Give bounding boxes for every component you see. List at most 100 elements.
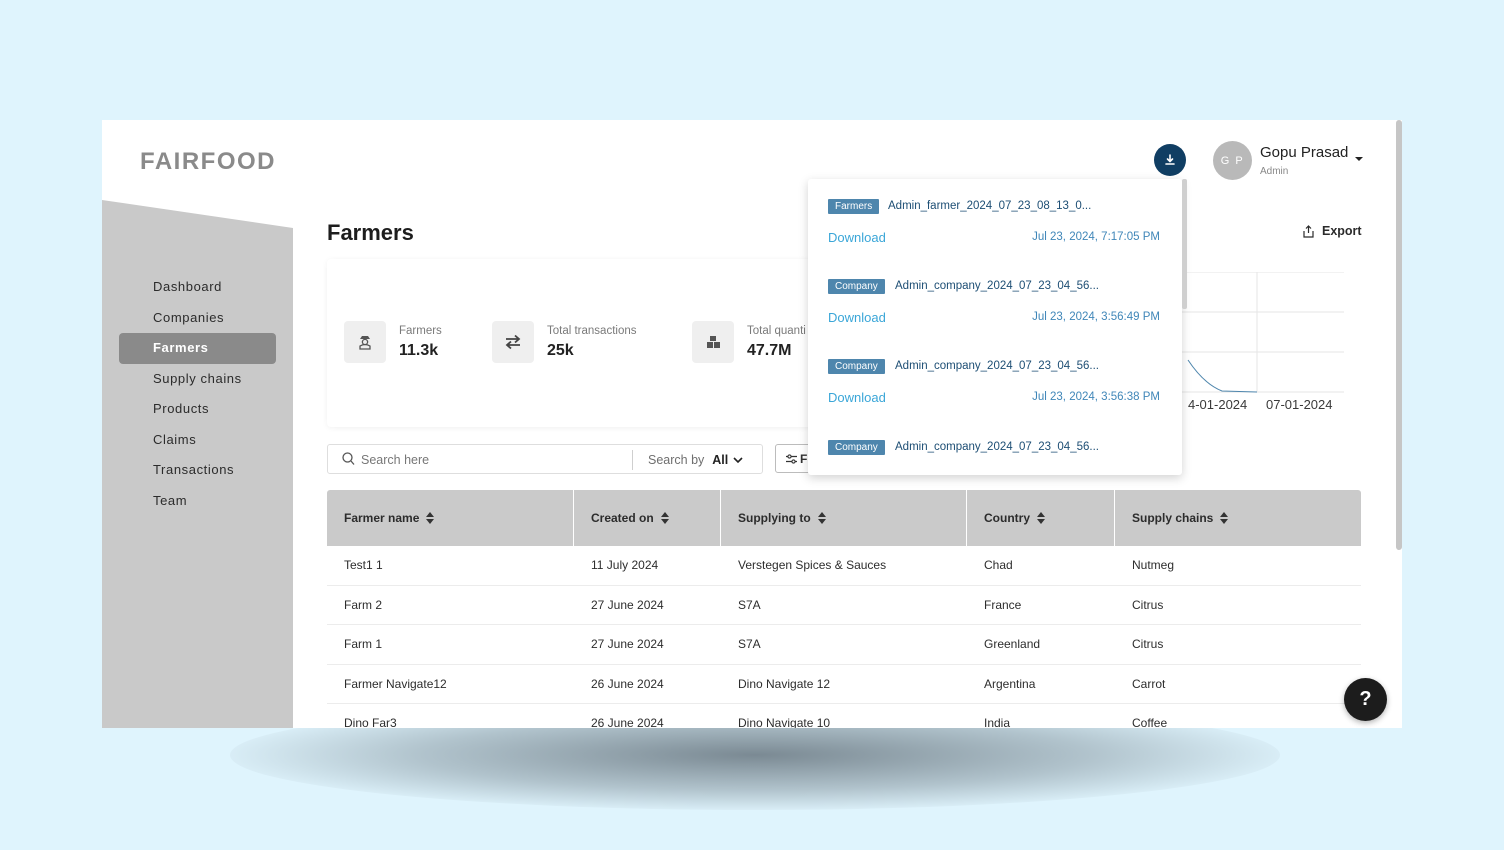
- download-icon: [1165, 154, 1175, 165]
- stat-label: Total transactions: [547, 324, 637, 337]
- sidebar-item-team[interactable]: Team: [119, 486, 276, 517]
- cell-country: Chad: [984, 558, 1013, 573]
- download-link[interactable]: Download: [828, 310, 886, 325]
- cell-farmer-name: Dino Far3: [344, 716, 397, 728]
- cell-supplying-to: Dino Navigate 12: [738, 676, 831, 691]
- sidebar-item-products[interactable]: Products: [119, 394, 276, 425]
- quantity-icon: [692, 321, 734, 363]
- farmers-table: Farmer name Created on Supplying to Coun…: [327, 490, 1361, 728]
- download-type-badge: Farmers: [828, 199, 880, 214]
- cell-supply-chains: Carrot: [1132, 676, 1166, 691]
- download-item: Company Admin_company_2024_07_23_04_56..…: [828, 279, 1160, 339]
- avatar[interactable]: G P: [1213, 141, 1252, 180]
- stat-value: 11.3k: [399, 341, 439, 359]
- cell-farmer-name: Test1 1: [344, 558, 383, 573]
- sidebar-item-claims[interactable]: Claims: [119, 425, 276, 456]
- download-item: Company Admin_company_2024_07_23_04_56..…: [828, 359, 1160, 419]
- export-label: Export: [1322, 224, 1362, 238]
- search-by-label: Search by: [648, 453, 705, 467]
- download-type-badge: Company: [828, 440, 885, 455]
- sort-icon: [1037, 512, 1045, 524]
- export-button[interactable]: Export: [1302, 224, 1362, 238]
- chevron-down-icon: [733, 456, 743, 463]
- help-button[interactable]: ?: [1344, 678, 1387, 721]
- sidebar-item-farmers[interactable]: Farmers: [119, 333, 276, 364]
- cell-farmer-name: Farm 1: [344, 637, 383, 652]
- sort-icon: [426, 512, 435, 524]
- search-icon: [342, 452, 355, 471]
- chart-series-line: [1187, 359, 1258, 393]
- fairfood-logo[interactable]: FAIRFOOD: [140, 148, 276, 176]
- cell-supplying-to: Verstegen Spices & Sauces: [738, 558, 887, 573]
- cell-supply-chains: Citrus: [1132, 597, 1164, 612]
- sidebar-item-supply-chains[interactable]: Supply chains: [119, 364, 276, 395]
- app-window: FAIRFOOD Dashboard Companies Farmers Sup…: [102, 120, 1402, 728]
- download-timestamp: Jul 23, 2024, 3:56:49 PM: [1032, 311, 1160, 323]
- stats-card: Farmers 11.3k Total transactions 25k Tot…: [327, 259, 827, 427]
- cell-created-on: 26 June 2024: [591, 676, 664, 691]
- cell-created-on: 27 June 2024: [591, 637, 664, 652]
- cell-supplying-to: Dino Navigate 10: [738, 716, 831, 728]
- download-file-name: Admin_company_2024_07_23_04_56...: [895, 360, 1099, 372]
- table-row[interactable]: Farmer Navigate12 26 June 2024 Dino Navi…: [327, 664, 1361, 704]
- farmers-chart: [1182, 272, 1344, 393]
- sidebar-item-companies[interactable]: Companies: [119, 303, 276, 334]
- cell-created-on: 26 June 2024: [591, 716, 664, 728]
- sidebar-nav: Dashboard Companies Farmers Supply chain…: [119, 272, 276, 516]
- filter-icon: [786, 453, 797, 464]
- stat-transactions: Total transactions 25k: [492, 321, 637, 363]
- cell-supplying-to: S7A: [738, 637, 761, 652]
- column-header-country[interactable]: Country: [967, 490, 1115, 546]
- download-type-badge: Company: [828, 279, 885, 294]
- chart-x-tick: 07-01-2024: [1266, 397, 1333, 412]
- page-scrollbar[interactable]: [1396, 120, 1402, 550]
- dropdown-scrollbar[interactable]: [1182, 179, 1187, 309]
- table-row[interactable]: Farm 2 27 June 2024 S7A France Citrus: [327, 585, 1361, 625]
- download-item: Company Admin_company_2024_07_23_04_56..…: [828, 440, 1160, 475]
- user-role: Admin: [1260, 166, 1289, 177]
- search-input[interactable]: [361, 450, 621, 470]
- cell-country: India: [984, 716, 1011, 728]
- column-header-created-on[interactable]: Created on: [574, 490, 721, 546]
- table-header: Farmer name Created on Supplying to Coun…: [327, 490, 1361, 546]
- download-file-name: Admin_company_2024_07_23_04_56...: [895, 280, 1099, 292]
- user-name[interactable]: Gopu Prasad: [1260, 144, 1348, 161]
- table-row[interactable]: Farm 1 27 June 2024 S7A Greenland Citrus: [327, 625, 1361, 665]
- cell-farmer-name: Farmer Navigate12: [344, 676, 447, 691]
- table-row[interactable]: Test1 1 11 July 2024 Verstegen Spices & …: [327, 546, 1361, 586]
- cell-country: Greenland: [984, 637, 1041, 652]
- download-file-name: Admin_company_2024_07_23_04_56...: [895, 441, 1099, 453]
- search-by-value: All: [712, 453, 729, 467]
- search-by-select[interactable]: Search by All: [648, 453, 743, 467]
- sidebar-item-transactions[interactable]: Transactions: [119, 455, 276, 486]
- cell-supply-chains: Nutmeg: [1132, 558, 1175, 573]
- caret-down-icon[interactable]: [1354, 156, 1364, 162]
- sort-icon: [1220, 512, 1229, 524]
- page-title: Farmers: [327, 220, 414, 245]
- stat-quantity: Total quanti 47.7M: [692, 321, 806, 363]
- search-divider: [632, 450, 633, 470]
- sidebar: FAIRFOOD Dashboard Companies Farmers Sup…: [102, 120, 293, 728]
- cell-created-on: 27 June 2024: [591, 597, 664, 612]
- download-timestamp: Jul 23, 2024, 7:17:05 PM: [1032, 231, 1160, 243]
- column-header-farmer-name[interactable]: Farmer name: [327, 490, 574, 546]
- stat-label: Total quanti: [747, 324, 806, 337]
- download-link[interactable]: Download: [828, 390, 886, 405]
- sidebar-item-dashboard[interactable]: Dashboard: [119, 272, 276, 303]
- column-header-supply-chains[interactable]: Supply chains: [1115, 490, 1361, 546]
- download-type-badge: Company: [828, 359, 885, 374]
- stat-value: 25k: [547, 341, 574, 359]
- downloads-button[interactable]: [1154, 144, 1186, 176]
- download-timestamp: Jul 23, 2024, 3:56:38 PM: [1032, 391, 1160, 403]
- search-bar: Search by All: [327, 444, 763, 474]
- download-item: Farmers Admin_farmer_2024_07_23_08_13_0.…: [828, 199, 1160, 259]
- table-row[interactable]: Dino Far3 26 June 2024 Dino Navigate 10 …: [327, 704, 1361, 728]
- column-header-supplying-to[interactable]: Supplying to: [721, 490, 967, 546]
- stat-label: Farmers: [399, 324, 442, 337]
- transactions-icon: [492, 321, 534, 363]
- downloads-dropdown: Farmers Admin_farmer_2024_07_23_08_13_0.…: [808, 179, 1182, 475]
- download-link[interactable]: Download: [828, 230, 886, 245]
- cell-country: Argentina: [984, 676, 1036, 691]
- sort-icon: [660, 512, 669, 524]
- farmer-icon: [344, 321, 386, 363]
